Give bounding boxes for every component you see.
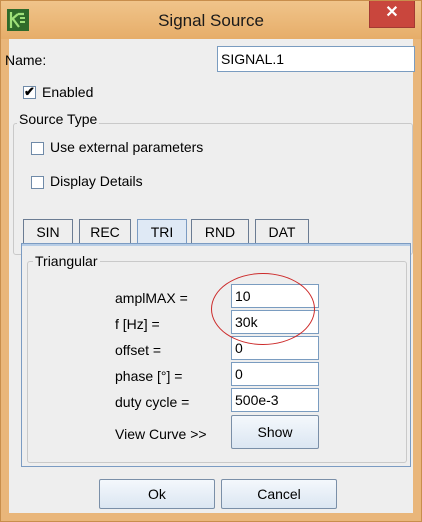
- title-bar[interactable]: Signal Source ✕: [1, 1, 421, 39]
- show-curve-button[interactable]: Show: [231, 415, 319, 449]
- amplmax-label: amplMAX =: [115, 290, 188, 306]
- cancel-button[interactable]: Cancel: [221, 479, 337, 509]
- close-icon: ✕: [385, 4, 399, 21]
- amplmax-field[interactable]: 10: [231, 284, 319, 308]
- name-field[interactable]: SIGNAL.1: [217, 46, 415, 72]
- tab-panel-highlight: [22, 244, 410, 246]
- source-type-legend: Source Type: [17, 111, 100, 127]
- duty-cycle-field[interactable]: 500e-3: [231, 388, 319, 412]
- tab-dat[interactable]: DAT: [255, 219, 309, 243]
- ok-button[interactable]: Ok: [99, 479, 215, 509]
- offset-label: offset =: [115, 342, 162, 358]
- phase-field[interactable]: 0: [231, 362, 319, 386]
- duty-cycle-label: duty cycle =: [115, 394, 190, 410]
- view-curve-label: View Curve >>: [115, 426, 207, 442]
- use-external-checkbox[interactable]: [31, 142, 44, 155]
- name-label: Name:: [5, 52, 47, 68]
- tab-rec[interactable]: REC: [79, 219, 131, 243]
- frequency-field[interactable]: 30k: [231, 310, 319, 334]
- triangular-group: [27, 261, 407, 463]
- use-external-label: Use external parameters: [50, 139, 204, 155]
- check-icon: ✔: [24, 84, 35, 99]
- tab-rnd[interactable]: RND: [191, 219, 249, 243]
- close-button[interactable]: ✕: [369, 1, 415, 28]
- offset-field[interactable]: 0: [231, 336, 319, 360]
- phase-label: phase [°] =: [115, 368, 183, 384]
- dialog-body: Name: SIGNAL.1 ✔ Enabled Source Type Use…: [5, 39, 415, 513]
- triangular-legend: Triangular: [33, 253, 100, 269]
- enabled-label: Enabled: [42, 84, 94, 100]
- display-details-label: Display Details: [50, 173, 143, 189]
- frequency-label: f [Hz] =: [115, 316, 160, 332]
- tab-tri[interactable]: TRI: [137, 219, 187, 243]
- signal-source-dialog: Signal Source ✕ Name: SIGNAL.1 ✔ Enabled…: [0, 0, 422, 522]
- window-title: Signal Source: [158, 11, 264, 30]
- tab-sin[interactable]: SIN: [23, 219, 73, 243]
- display-details-checkbox[interactable]: [31, 176, 44, 189]
- enabled-checkbox[interactable]: ✔: [23, 84, 36, 99]
